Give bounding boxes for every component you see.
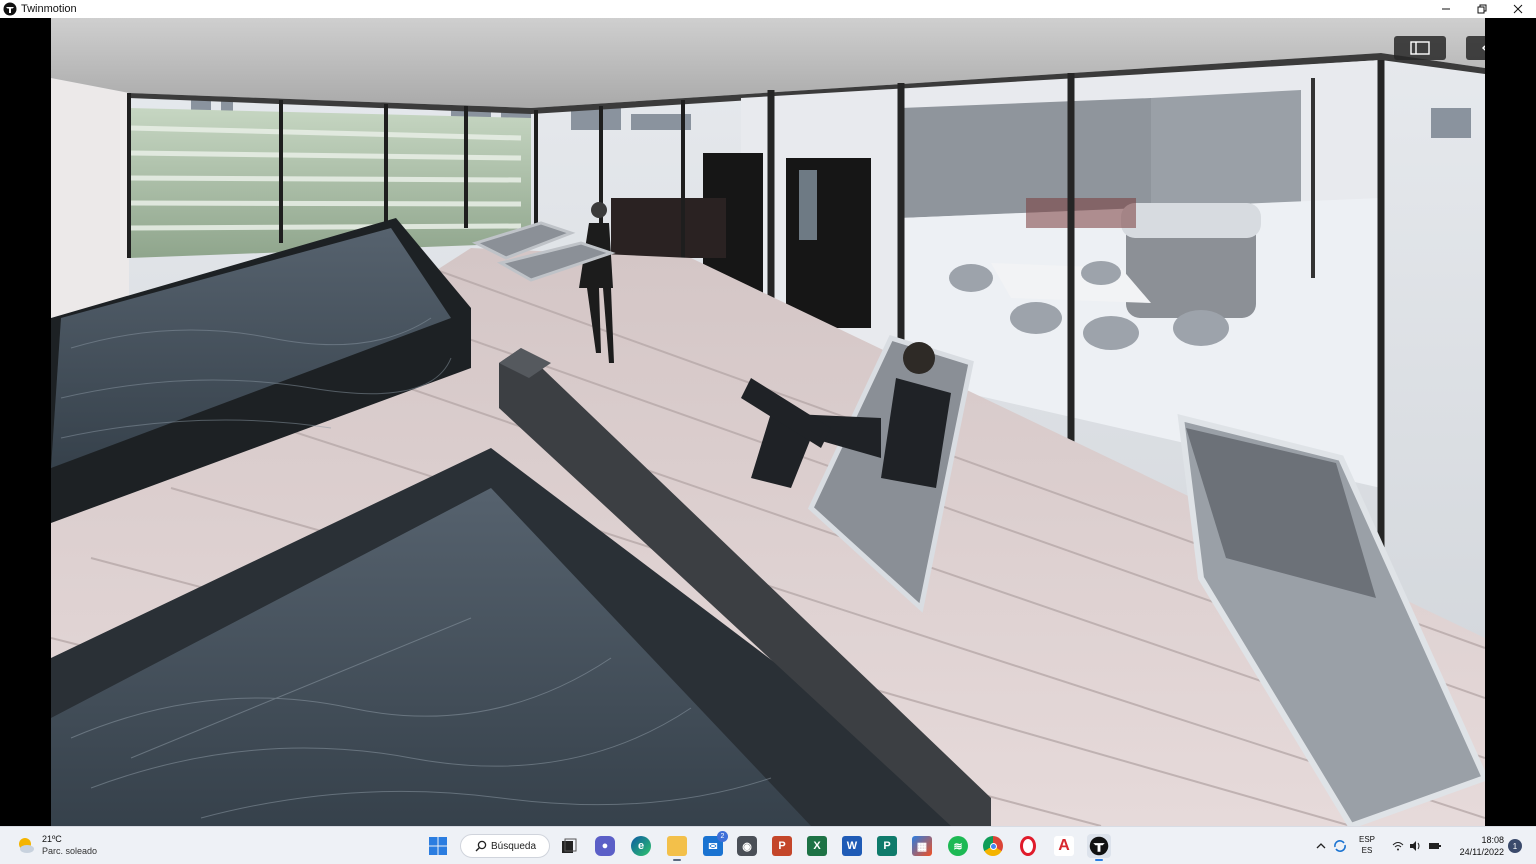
excel-button[interactable]: X	[805, 834, 829, 858]
window-title: Twinmotion	[21, 3, 77, 15]
publisher-icon: P	[877, 836, 897, 856]
powerpoint-button[interactable]: P	[770, 834, 794, 858]
rendered-scene	[51, 18, 1485, 826]
close-button[interactable]	[1500, 0, 1536, 18]
camera-icon: ◉	[737, 836, 757, 856]
mail-badge: 2	[717, 831, 728, 842]
mail-button[interactable]: ✉ 2	[701, 831, 728, 858]
word-button[interactable]: W	[840, 834, 864, 858]
windows-start-icon	[429, 837, 447, 855]
camera-button[interactable]: ◉	[735, 834, 759, 858]
search-icon	[475, 840, 487, 852]
input-language[interactable]: ESP ES	[1359, 834, 1375, 856]
wifi-tray-button[interactable]	[1391, 839, 1405, 853]
weather-description: Parc. soleado	[42, 846, 98, 856]
acrobat-button[interactable]: A	[1052, 834, 1076, 858]
folder-icon	[667, 836, 687, 856]
publisher-button[interactable]: P	[875, 834, 899, 858]
twinmotion-taskbar-button[interactable]	[1087, 834, 1111, 861]
wifi-icon	[1392, 842, 1404, 851]
clock-time: 18:08	[1481, 835, 1504, 845]
chat-button[interactable]: ●	[593, 834, 617, 858]
3d-viewport[interactable]	[51, 18, 1485, 826]
panel-toggle-button[interactable]	[1394, 36, 1446, 60]
speaker-icon	[1410, 841, 1420, 851]
restore-button[interactable]	[1464, 0, 1500, 18]
opera-icon	[1020, 836, 1036, 856]
excel-icon: X	[807, 836, 827, 856]
chrome-icon	[983, 836, 1003, 856]
view-mode-button[interactable]	[1466, 36, 1485, 60]
weather-widget[interactable]: 21ºC Parc. soleado	[16, 833, 97, 857]
sidebar-panel-icon	[1410, 41, 1430, 55]
file-explorer-button[interactable]	[665, 834, 689, 861]
viewport-frame	[0, 18, 1536, 826]
spotify-icon: ≋	[948, 836, 968, 856]
store-icon: ▦	[912, 836, 932, 856]
edge-button[interactable]: e	[629, 834, 653, 858]
twinmotion-icon	[1089, 836, 1109, 856]
sync-tray-button[interactable]	[1333, 839, 1347, 853]
edge-browser-icon: e	[631, 836, 651, 856]
notification-center-button[interactable]: 1	[1508, 839, 1522, 853]
word-icon: W	[842, 836, 862, 856]
store-button[interactable]: ▦	[910, 834, 934, 858]
battery-icon	[1429, 843, 1441, 849]
system-clock[interactable]: 18:08 24/11/2022	[1460, 834, 1504, 858]
taskbar-search-box[interactable]: Búsqueda	[460, 834, 550, 858]
chrome-button[interactable]	[981, 834, 1005, 858]
active-indicator	[673, 859, 681, 861]
taskbar: 21ºC Parc. soleado Búsqueda ● e ✉ 2 ◉ P …	[0, 826, 1536, 864]
close-icon	[1513, 4, 1523, 14]
start-button[interactable]	[426, 834, 450, 858]
task-view-icon	[562, 838, 577, 853]
acrobat-icon: A	[1054, 836, 1074, 856]
title-bar: Twinmotion	[0, 0, 1536, 18]
volume-tray-button[interactable]	[1408, 839, 1422, 853]
spotify-button[interactable]: ≋	[946, 834, 970, 858]
opera-button[interactable]	[1016, 834, 1040, 858]
active-indicator	[1095, 859, 1103, 861]
minimize-icon	[1442, 8, 1450, 10]
minimize-button[interactable]	[1428, 0, 1464, 18]
task-view-button[interactable]	[557, 834, 581, 858]
restore-icon	[1477, 4, 1487, 14]
show-hidden-icons-button[interactable]	[1314, 839, 1328, 853]
battery-tray-button[interactable]	[1428, 839, 1442, 853]
powerpoint-icon: P	[772, 836, 792, 856]
chevron-up-icon	[1316, 843, 1326, 849]
weather-temperature: 21ºC	[42, 834, 62, 844]
twinmotion-logo-icon	[3, 2, 17, 16]
keyboard-layout: ES	[1361, 846, 1373, 855]
partly-sunny-icon	[19, 838, 34, 853]
chat-icon: ●	[595, 836, 615, 856]
window-controls	[1428, 0, 1536, 18]
search-label: Búsqueda	[491, 840, 537, 852]
sync-icon	[1334, 840, 1346, 852]
language-code: ESP	[1359, 835, 1376, 844]
clock-date: 24/11/2022	[1459, 847, 1504, 857]
eye-icon	[1482, 45, 1485, 51]
